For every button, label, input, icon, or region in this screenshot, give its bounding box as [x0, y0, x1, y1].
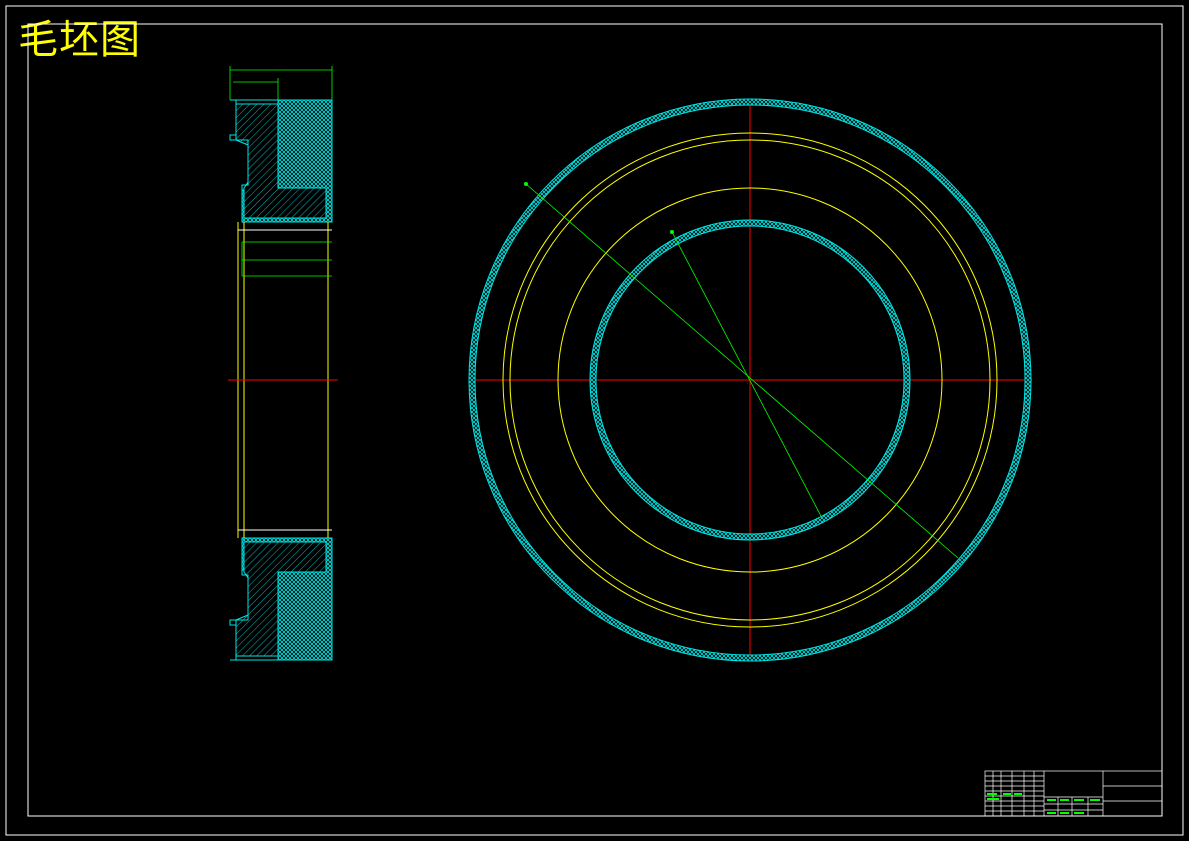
dim-inner-diameter	[671, 231, 823, 519]
outer-frame	[5, 5, 1184, 836]
section-view	[228, 66, 338, 661]
front-view	[468, 98, 1032, 662]
cad-drawing-canvas	[5, 5, 1184, 836]
dim-inner-diameter-mark	[670, 230, 674, 234]
title-block	[984, 770, 1163, 817]
dim-outer-diameter-mark	[524, 182, 528, 186]
